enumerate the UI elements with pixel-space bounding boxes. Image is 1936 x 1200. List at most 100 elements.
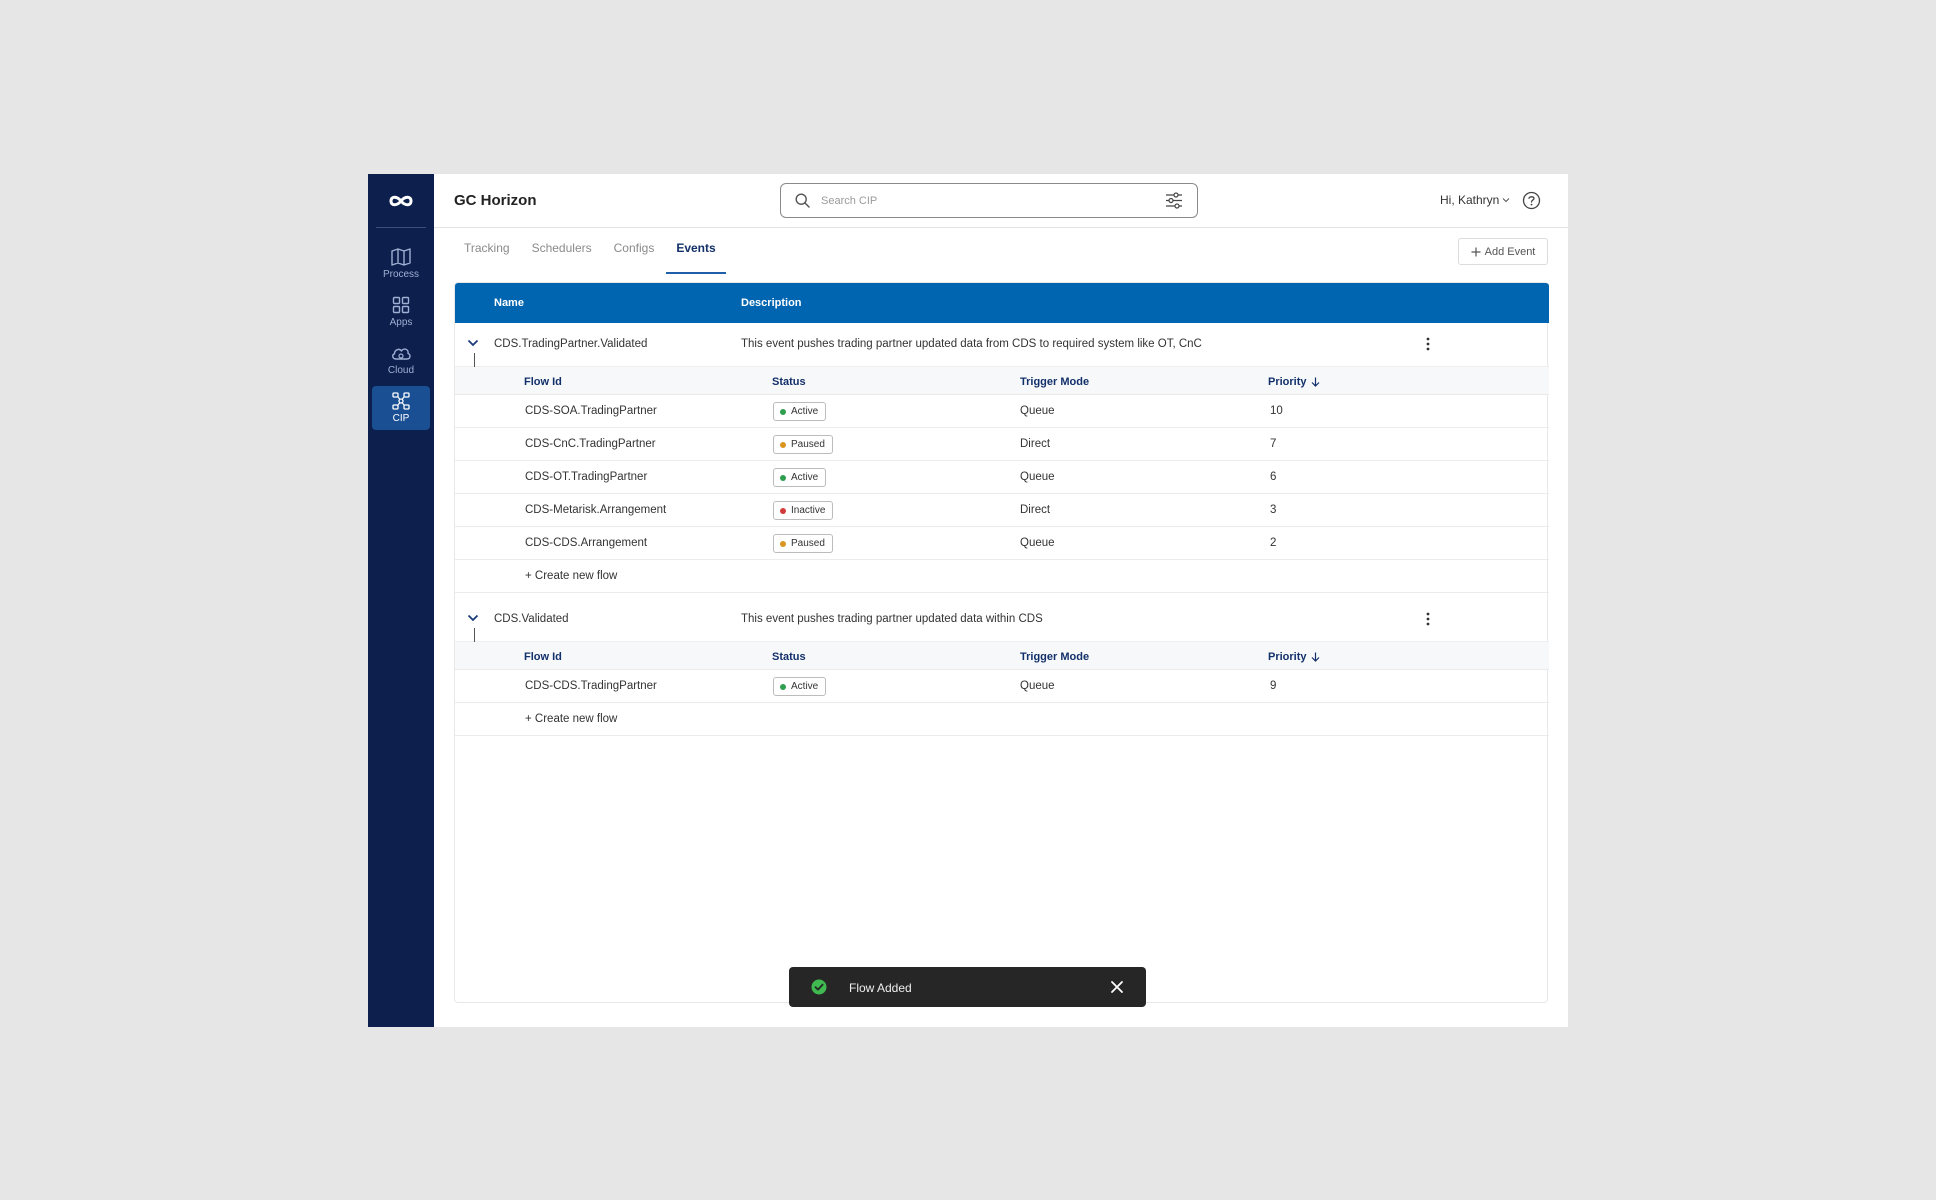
sidebar-item-label: CIP [392,413,410,424]
column-header-priority[interactable]: Priority [1268,651,1320,663]
priority: 10 [1270,405,1283,417]
column-header-flow-id: Flow Id [524,376,562,388]
status-badge: Active [773,468,827,487]
sidebar-item-cip[interactable]: CIP [372,386,430,430]
chevron-down-icon[interactable] [467,614,479,622]
status-dot [780,408,786,415]
flow-id[interactable]: CDS-CDS.TradingPartner [525,680,657,692]
close-icon[interactable] [1110,980,1124,994]
status-dot [780,507,786,514]
cloud-icon [392,348,411,360]
event-name: CDS.Validated [494,613,569,625]
app-title: GC Horizon [454,192,537,209]
chevron-down-icon [1503,198,1510,203]
sidebar: Process Apps Cloud CIP [368,174,434,1027]
table-row[interactable]: CDS-Metarisk.Arrangement Inactive Direct… [455,494,1549,527]
filter-sliders-icon[interactable] [1165,192,1183,209]
add-event-label: Add Event [1484,245,1536,258]
plus-icon [1471,247,1481,256]
sort-down-icon[interactable] [1311,377,1320,387]
status-badge: Paused [773,534,833,553]
grid-icon [392,296,410,314]
status-text: Paused [791,439,825,450]
table-row[interactable]: CDS-CnC.TradingPartner Paused Direct 7 [455,428,1549,461]
user-greeting: Hi, Kathryn [1440,193,1500,207]
column-header-trigger-mode: Trigger Mode [1020,376,1090,388]
help-icon[interactable] [1522,191,1541,210]
status-dot [780,474,786,481]
status-text: Active [791,406,819,417]
table-row[interactable]: CDS-OT.TradingPartner Active Queue 6 [455,461,1549,494]
status-text: Inactive [791,505,826,516]
table-header: Name Description [455,283,1549,323]
column-header-priority[interactable]: Priority [1268,376,1320,388]
create-new-flow-link[interactable]: + Create new flow [525,713,617,725]
flow-id[interactable]: CDS-CDS.Arrangement [525,537,647,549]
trigger-mode: Queue [1020,405,1055,417]
table-row[interactable]: CDS-SOA.TradingPartner Active Queue 10 [455,395,1549,428]
user-menu[interactable]: Hi, Kathryn [1440,193,1510,207]
create-flow-row: + Create new flow [455,560,1549,593]
search-input[interactable]: Search CIP [780,183,1198,218]
trigger-mode: Direct [1020,438,1051,450]
sidebar-item-cloud[interactable]: Cloud [372,338,430,382]
tab-bar: Tracking Schedulers Configs Events [454,228,728,274]
more-options-icon[interactable] [1425,611,1431,627]
status-text: Paused [791,538,825,549]
status-badge: Paused [773,435,833,454]
sidebar-item-apps[interactable]: Apps [372,290,430,334]
sidebar-divider [376,227,426,228]
event-description: This event pushes trading partner update… [741,613,1043,625]
priority: 6 [1270,471,1277,483]
status-dot [780,683,786,690]
network-icon [392,392,410,410]
priority: 3 [1270,504,1277,516]
trigger-mode: Queue [1020,537,1055,549]
sidebar-item-label: Cloud [387,365,415,376]
tab-events[interactable]: Events [666,228,726,274]
toast-notification: Flow Added [789,967,1146,1007]
check-circle-icon [811,979,827,995]
tab-tracking[interactable]: Tracking [454,228,520,274]
flow-subtable-header: Flow Id Status Trigger Mode Priority [455,367,1549,395]
logo[interactable] [368,174,434,228]
add-event-button[interactable]: Add Event [1458,238,1548,265]
flow-id[interactable]: CDS-CnC.TradingPartner [525,438,656,450]
map-icon [391,248,411,266]
status-badge: Active [773,677,827,696]
table-row[interactable]: CDS-CDS.TradingPartner Active Queue 9 [455,670,1549,703]
toast-message: Flow Added [849,981,912,995]
status-dot [780,441,786,448]
create-new-flow-link[interactable]: + Create new flow [525,570,617,582]
app-window: Process Apps Cloud CIP GC Horizon Search… [368,174,1568,1027]
search-icon [795,193,810,208]
table-row[interactable]: CDS-CDS.Arrangement Paused Queue 2 [455,527,1549,560]
trigger-mode: Queue [1020,680,1055,692]
flow-id[interactable]: CDS-Metarisk.Arrangement [525,504,666,516]
column-header-name: Name [494,297,524,309]
priority: 2 [1270,537,1277,549]
sidebar-item-label: Process [382,269,420,280]
column-header-flow-id: Flow Id [524,651,562,663]
column-header-trigger-mode: Trigger Mode [1020,651,1090,663]
priority: 9 [1270,680,1277,692]
event-name: CDS.TradingPartner.Validated [494,338,648,350]
events-table: Name Description CDS.TradingPartner.Vali… [454,282,1549,1003]
event-description: This event pushes trading partner update… [741,338,1202,350]
flow-subtable-header: Flow Id Status Trigger Mode Priority [455,642,1549,670]
sort-down-icon[interactable] [1311,652,1320,662]
sidebar-item-process[interactable]: Process [372,242,430,286]
tab-configs[interactable]: Configs [604,228,665,274]
flow-id[interactable]: CDS-OT.TradingPartner [525,471,647,483]
priority-label: Priority [1268,376,1307,388]
event-row[interactable]: CDS.Validated This event pushes trading … [455,598,1549,642]
trigger-mode: Direct [1020,504,1051,516]
tab-schedulers[interactable]: Schedulers [522,228,602,274]
search-placeholder: Search CIP [821,195,878,207]
chevron-down-icon[interactable] [467,339,479,347]
priority: 7 [1270,438,1277,450]
event-row[interactable]: CDS.TradingPartner.Validated This event … [455,323,1549,367]
status-dot [780,540,786,547]
more-options-icon[interactable] [1425,336,1431,352]
flow-id[interactable]: CDS-SOA.TradingPartner [525,405,657,417]
